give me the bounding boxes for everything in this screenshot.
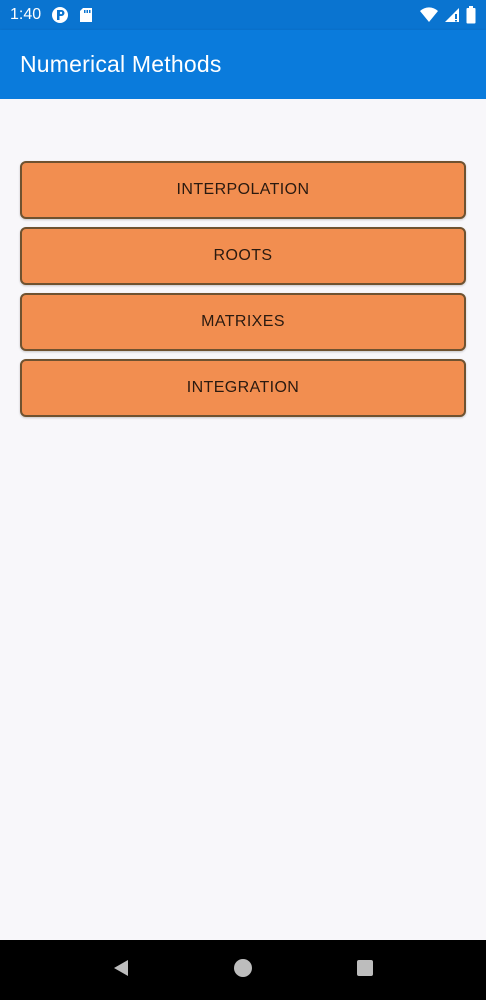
recents-icon [355,958,375,983]
home-icon [233,958,253,983]
sd-card-icon [79,7,93,23]
method-button-list: INTERPOLATION ROOTS MATRIXES INTEGRATION [20,161,466,417]
back-button[interactable] [101,950,141,990]
roots-button[interactable]: ROOTS [20,227,466,285]
recents-button[interactable] [345,950,385,990]
status-right [420,6,476,24]
matrixes-button[interactable]: MATRIXES [20,293,466,351]
status-time: 1:40 [10,6,42,23]
battery-icon [466,6,476,24]
integration-button[interactable]: INTEGRATION [20,359,466,417]
interpolation-button[interactable]: INTERPOLATION [20,161,466,219]
navigation-bar [0,940,486,1000]
main-content: INTERPOLATION ROOTS MATRIXES INTEGRATION [0,99,486,940]
home-button[interactable] [223,950,263,990]
app-bar: Numerical Methods [0,30,486,99]
page-title: Numerical Methods [20,51,222,77]
signal-icon [444,7,460,23]
wifi-icon [420,7,438,23]
status-bar: 1:40 [0,0,486,30]
back-icon [111,958,131,983]
status-left: 1:40 [10,6,93,24]
record-icon [51,6,69,24]
